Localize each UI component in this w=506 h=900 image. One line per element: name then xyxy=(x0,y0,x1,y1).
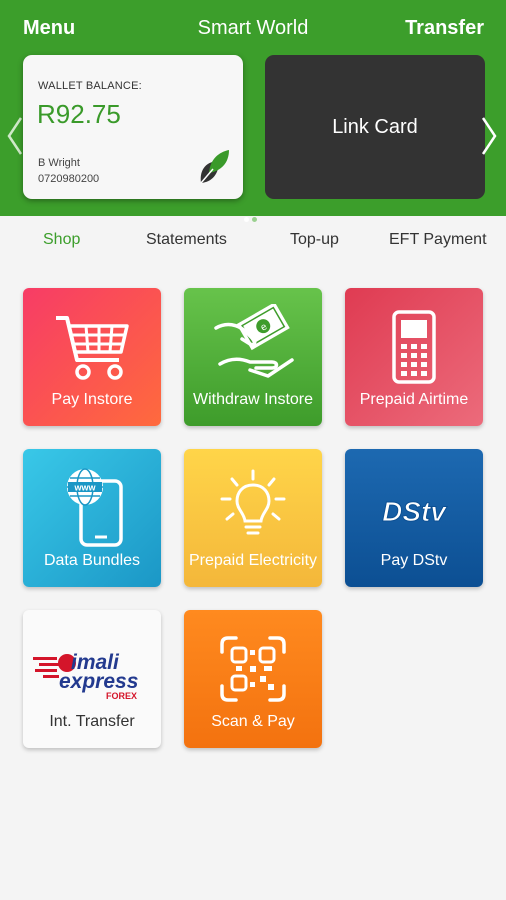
wallet-balance-label: WALLET BALANCE: xyxy=(38,80,142,92)
tile-label: Withdraw Instore xyxy=(192,391,314,408)
chevron-right-icon[interactable] xyxy=(478,114,500,158)
withdraw-instore-tile[interactable]: e Withdraw Instore xyxy=(184,288,322,426)
light-bulb-icon xyxy=(220,469,286,535)
pay-instore-tile[interactable]: Pay Instore xyxy=(23,288,161,426)
prepaid-electricity-tile[interactable]: Prepaid Electricity xyxy=(184,449,322,587)
pay-dstv-tile[interactable]: DStv Pay DStv xyxy=(345,449,483,587)
link-card-button[interactable]: Link Card xyxy=(265,55,485,199)
int-transfer-tile[interactable]: imali express FOREX Int. Transfer xyxy=(23,610,161,748)
dstv-logo-icon: DStv xyxy=(382,497,448,527)
tile-label: Pay Instore xyxy=(51,391,133,408)
tile-label: Int. Transfer xyxy=(49,713,135,730)
section-tabs: Shop Statements Top-up EFT Payment xyxy=(0,216,506,264)
account-holder-name: B Wright xyxy=(38,157,80,169)
tile-label: Pay DStv xyxy=(380,552,448,569)
qr-scan-icon xyxy=(220,636,286,702)
tab-top-up[interactable]: Top-up xyxy=(290,231,339,249)
transfer-button[interactable]: Transfer xyxy=(405,17,484,40)
svg-text:express: express xyxy=(59,670,138,693)
svg-text:DStv: DStv xyxy=(382,497,447,527)
scan-and-pay-tile[interactable]: Scan & Pay xyxy=(184,610,322,748)
mobile-phone-icon xyxy=(392,310,436,384)
tab-statements[interactable]: Statements xyxy=(146,231,227,249)
app-header: Menu Smart World Transfer WALLET BALANCE… xyxy=(0,0,506,222)
cash-hand-icon: e xyxy=(214,304,294,378)
account-phone-number: 0720980200 xyxy=(38,173,100,185)
tile-label: Data Bundles xyxy=(43,552,141,569)
tile-label: Scan & Pay xyxy=(211,713,295,730)
wallet-balance-amount: R92.75 xyxy=(37,99,121,129)
data-bundles-tile[interactable]: www Data Bundles xyxy=(23,449,161,587)
svg-text:FOREX: FOREX xyxy=(106,691,137,701)
wallet-balance-card[interactable]: WALLET BALANCE: R92.75 B Wright 07209802… xyxy=(23,55,243,199)
leaf-logo-icon xyxy=(200,150,229,184)
tab-shop[interactable]: Shop xyxy=(43,231,80,249)
imali-express-logo-icon: imali express FOREX xyxy=(33,651,138,701)
shopping-cart-icon xyxy=(56,316,129,380)
tab-eft-payment[interactable]: EFT Payment xyxy=(389,231,487,249)
tile-label: Prepaid Airtime xyxy=(359,391,469,408)
svg-text:www: www xyxy=(73,483,96,493)
tile-label: Prepaid Electricity xyxy=(188,552,318,569)
globe-phone-icon: www xyxy=(67,468,123,547)
prepaid-airtime-tile[interactable]: Prepaid Airtime xyxy=(345,288,483,426)
